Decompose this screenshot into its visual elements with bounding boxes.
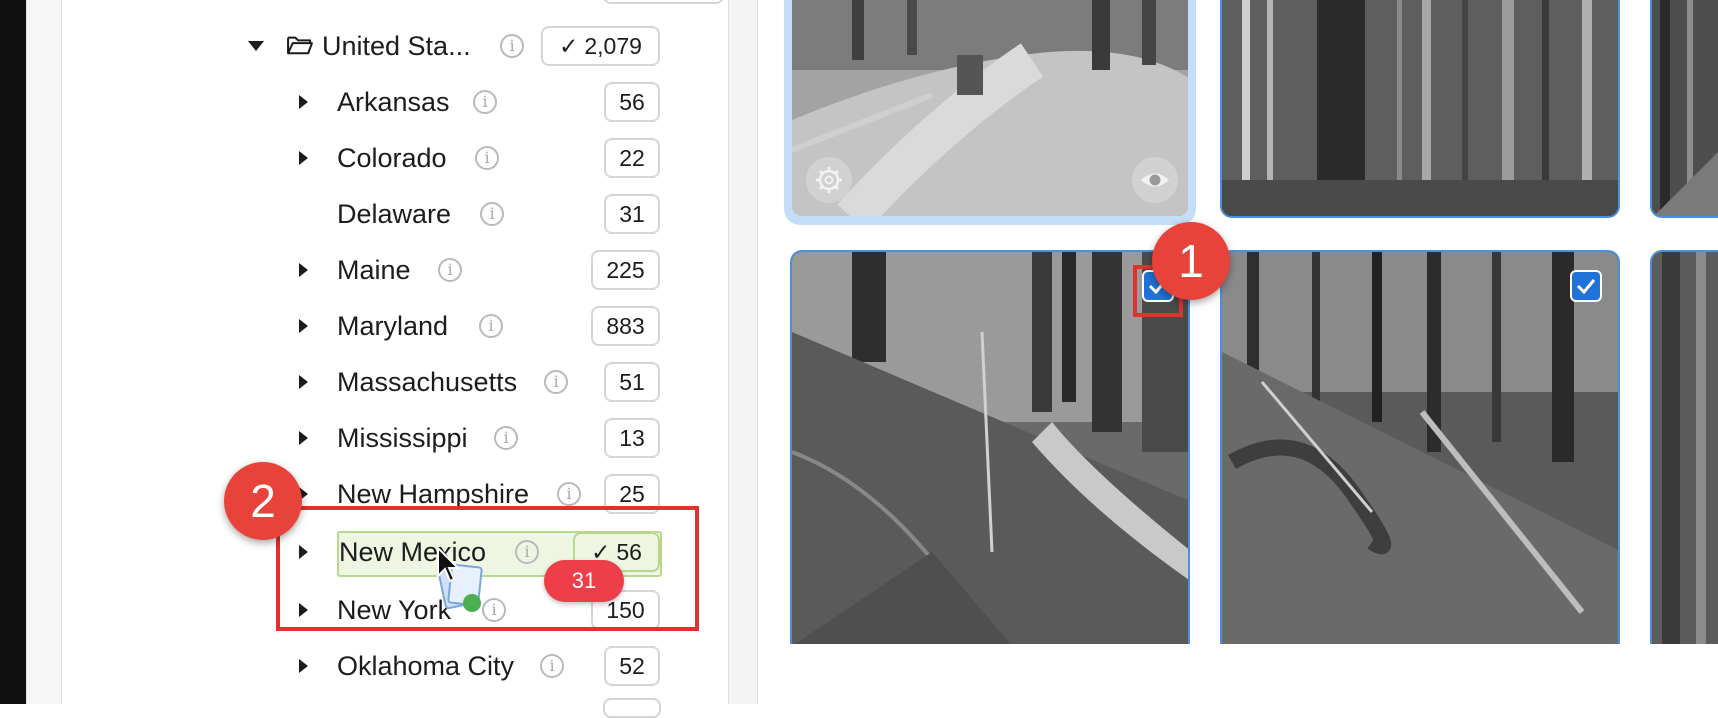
selection-checkbox[interactable] [1570,270,1602,302]
tree-label: Massachusetts [337,367,518,397]
photo-image [1652,252,1718,644]
info-icon[interactable]: i [494,426,518,450]
photo-thumbnail[interactable] [1650,250,1718,644]
tree-row-delaware[interactable]: Delaware i 31 [62,191,730,237]
triangle-right-icon[interactable] [299,95,308,109]
info-icon[interactable]: i [544,370,568,394]
settings-button[interactable] [806,157,852,203]
count-badge-partial[interactable] [603,698,661,718]
info-icon[interactable]: i [500,34,524,58]
tree-label: Maryland [337,311,449,341]
photo-thumbnail[interactable] [1650,0,1718,218]
info-icon[interactable]: i [473,90,497,114]
tree-row-oklahoma-city[interactable]: Oklahoma City i 52 [62,643,730,689]
tree-label: Arkansas [337,87,450,117]
photo-thumbnail[interactable] [1220,0,1620,218]
checkmark-icon [1576,279,1596,295]
count-badge[interactable]: 51 [604,362,660,402]
info-icon[interactable]: i [479,314,503,338]
tree-label: Colorado [337,143,447,173]
tree-label: Delaware [337,199,452,229]
info-icon[interactable]: i [557,482,581,506]
tree-row-massachusetts[interactable]: Massachusetts i 51 [62,359,730,405]
tree-row-arkansas[interactable]: Arkansas i 56 [62,79,730,125]
annotation-highlight-drop-target [276,506,699,631]
left-gutter [26,0,62,704]
eye-icon [1141,173,1169,187]
triangle-right-icon[interactable] [299,263,308,277]
photo-image [1222,0,1618,216]
info-icon[interactable]: i [480,202,504,226]
photo-thumbnail[interactable] [1220,250,1620,644]
info-icon[interactable]: i [475,146,499,170]
tree-row-maine[interactable]: Maine i 225 [62,247,730,293]
triangle-right-icon[interactable] [299,375,308,389]
photo-thumbnail[interactable] [790,250,1190,644]
count-badge[interactable]: 31 [604,194,660,234]
count-badge[interactable]: 52 [604,646,660,686]
tree-row-colorado[interactable]: Colorado i 22 [62,135,730,181]
tree-row-mississippi[interactable]: Mississippi i 13 [62,415,730,461]
photo-image [1652,0,1718,216]
tree-row-maryland[interactable]: Maryland i 883 [62,303,730,349]
gear-icon [816,167,842,193]
tree-label: Oklahoma City [337,651,515,681]
count-badge[interactable]: 22 [604,138,660,178]
triangle-right-icon[interactable] [299,659,308,673]
count-badge-united-states[interactable]: ✓ 2,079 [541,26,660,66]
info-icon[interactable]: i [540,654,564,678]
count-badge[interactable]: 225 [591,250,660,290]
count-badge[interactable]: 883 [591,306,660,346]
triangle-right-icon[interactable] [299,319,308,333]
triangle-right-icon[interactable] [299,431,308,445]
info-icon[interactable]: i [438,258,462,282]
count-badge[interactable]: 56 [604,82,660,122]
preview-button[interactable] [1132,157,1178,203]
tree-label: Maine [337,255,411,285]
panel-splitter[interactable] [728,0,758,704]
triangle-right-icon[interactable] [299,151,308,165]
folder-open-icon [287,36,313,55]
row-partial [344,0,380,4]
photo-thumbnail[interactable] [790,0,1190,218]
tree-label-united-states: United Sta... [322,31,471,61]
annotation-badge-2: 2 [224,462,302,540]
window-edge [0,0,26,704]
count-badge[interactable]: 13 [604,418,660,458]
photo-image [792,252,1188,644]
annotation-badge-1: 1 [1152,222,1230,300]
tree-row-united-states[interactable]: United Sta... i ✓ 2,079 [62,23,730,69]
triangle-down-icon[interactable] [248,41,264,51]
checkmark-icon: ✓ [559,33,579,59]
photo-image [1222,252,1618,644]
count-badge-partial[interactable] [603,0,724,4]
tree-label: Mississippi [337,423,468,453]
